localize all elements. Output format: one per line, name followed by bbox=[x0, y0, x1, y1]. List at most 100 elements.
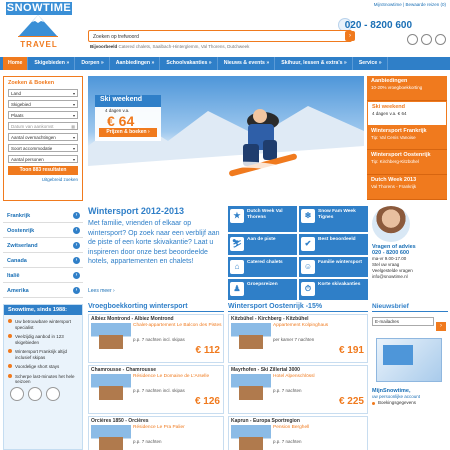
since-item: Wintersport Frankrijk altijd inclusief s… bbox=[8, 347, 78, 362]
tile-label: Groepsreizen bbox=[247, 282, 278, 288]
select-accommodatie[interactable]: Soort accommodatie ▾ bbox=[8, 144, 78, 152]
country-frankrijk[interactable]: Frankrijk › bbox=[3, 208, 83, 223]
country-zwitserland[interactable]: Zwitserland › bbox=[3, 238, 83, 253]
show-results-button[interactable]: Toon 883 resultaten bbox=[8, 166, 78, 175]
tile-dutch-week[interactable]: ★ Dutch Week Val Thorens bbox=[228, 206, 297, 233]
theme-tiles: ★ Dutch Week Val Thorens ❄ Snow Fam Week T… bbox=[228, 206, 368, 300]
offer-price: € 112 bbox=[195, 345, 220, 356]
search-input[interactable]: Zoeken op trefwoord bbox=[88, 30, 352, 42]
main-nav: Home Skigebieden » Dorpen » Aanbiedingen… bbox=[0, 57, 450, 70]
promo-sub: Tip: Kirchberg-Kitzbühel bbox=[371, 159, 419, 165]
select-overnachtingen[interactable]: Aantal overnachtingen ▾ bbox=[8, 133, 78, 141]
chevron-down-icon: ▾ bbox=[72, 146, 75, 151]
country-oostenrijk[interactable]: Oostenrijk › bbox=[3, 223, 83, 238]
nav-skihuur[interactable]: Skihuur, lessen & extra's » bbox=[276, 57, 353, 70]
newsletter-email-input[interactable]: E-mailadres bbox=[372, 317, 434, 326]
promo-aanbiedingen[interactable]: Aanbiedingen 10-20% vroegboekkorting bbox=[367, 76, 447, 101]
promo-oostenrijk[interactable]: Wintersport Oostenrijk Tip: Kirchberg-Kit… bbox=[367, 150, 447, 176]
tile-aan-de-piste[interactable]: ⛷ Aan de piste bbox=[228, 234, 297, 255]
offer-card[interactable]: Kaprun - Europa Sportregion Pension Berg… bbox=[228, 416, 368, 450]
tile-catered-chalets[interactable]: ⌂ Catered chalets bbox=[228, 256, 297, 278]
promo-sub: Val Thorens - Frankrijk bbox=[371, 184, 417, 190]
offer-name[interactable]: Pension Berghell bbox=[273, 425, 309, 431]
offer-name[interactable]: Hotel Alpenschlössl bbox=[273, 374, 315, 380]
chevron-down-icon: ▾ bbox=[72, 157, 75, 162]
offer-photo bbox=[91, 374, 131, 408]
offer-card[interactable]: Orcières 1850 - Orcières Résidence Le Pr… bbox=[88, 416, 224, 450]
hero-title: Ski weekend bbox=[100, 96, 143, 103]
select-personen[interactable]: Aantal personen ▾ bbox=[8, 155, 78, 163]
nav-service[interactable]: Service » bbox=[354, 57, 388, 70]
calamiteitenfonds-badge-icon bbox=[46, 387, 60, 401]
select-accommodatie-label: Soort accommodatie bbox=[11, 146, 53, 151]
select-land[interactable]: Land ▾ bbox=[8, 89, 78, 97]
tile-label: Dutch Week Val Thorens bbox=[247, 209, 283, 220]
since-item: Veelzijdig aanbod in 123 skigebieden bbox=[8, 332, 78, 347]
offer-name[interactable]: Résidence Le Domaine de L'Arselle bbox=[133, 374, 209, 380]
newsletter-submit-button[interactable]: › bbox=[436, 322, 446, 331]
country-label: Amerika bbox=[7, 288, 29, 294]
promo-title: Wintersport Oostenrijk bbox=[371, 152, 431, 159]
since-item: Uw betrouwbare wintersport specialist bbox=[8, 317, 78, 332]
chevron-down-icon: ▾ bbox=[72, 113, 75, 118]
promo-sub: 4 dagen v.a. € 64 bbox=[372, 110, 407, 116]
vroegboek-title: Vroegboekkorting wintersport bbox=[88, 303, 224, 312]
header-badges bbox=[407, 34, 446, 45]
offer-name[interactable]: Appartement Kolpinghaus bbox=[273, 323, 328, 329]
offer-terms: p.p. 7 nachten bbox=[273, 388, 302, 393]
search-examples-text[interactable]: Catered chalets, Saalbach-Hinterglemm, V… bbox=[119, 44, 250, 49]
promo-list: Aanbiedingen 10-20% vroegboekkorting Ski … bbox=[367, 76, 447, 200]
offer-place: Kaprun - Europa Sportregion bbox=[231, 418, 300, 424]
nav-aanbiedingen[interactable]: Aanbiedingen » bbox=[111, 57, 161, 70]
select-overnachtingen-label: Aantal overnachtingen bbox=[11, 135, 56, 140]
snowtime-logo[interactable]: SNOWTIME TRAVEL bbox=[4, 2, 72, 54]
promo-frankrijk[interactable]: Wintersport Frankrijk Tip: Val Cenis Vano… bbox=[367, 125, 447, 151]
tile-label: Korte skivakanties bbox=[318, 282, 361, 288]
promo-title: Aanbiedingen bbox=[371, 78, 408, 84]
offer-card[interactable]: Kitzbühel - Kirchberg - Kitzbühel Appart… bbox=[228, 314, 368, 363]
since-1988-panel: Snowtime, sinds 1988: Uw betrouwbare win… bbox=[3, 304, 83, 450]
offer-card[interactable]: Mayrhofen - Ski Zillertal 3000 Hotel Alp… bbox=[228, 365, 368, 414]
search-book-title: Zoeken & Boeken bbox=[8, 80, 55, 86]
nav-nieuws[interactable]: Nieuws & events » bbox=[219, 57, 276, 70]
tile-familie[interactable]: ☺ Familie wintersport bbox=[299, 256, 368, 278]
promo-sub: 10-20% vroegboekkorting bbox=[371, 85, 423, 90]
nav-schoolvakanties[interactable]: Schoolvakanties » bbox=[161, 57, 218, 70]
nav-skigebieden[interactable]: Skigebieden » bbox=[29, 57, 76, 70]
hero-book-button[interactable]: Prijzen & boeken › bbox=[99, 128, 157, 137]
country-canada[interactable]: Canada › bbox=[3, 253, 83, 268]
select-plaats[interactable]: Plaats ▾ bbox=[8, 111, 78, 119]
promo-ski-weekend[interactable]: Ski weekend 4 dagen v.a. € 64 bbox=[367, 100, 447, 126]
date-field[interactable]: Datum van aankomst ▦ bbox=[8, 122, 78, 130]
offer-name[interactable]: Résidence Le Pra Palier bbox=[133, 425, 185, 431]
since-badges bbox=[10, 387, 60, 401]
country-italie[interactable]: Italië › bbox=[3, 268, 83, 283]
top-links[interactable]: MijnSnowtime | Bewaarde reizen (0) bbox=[374, 2, 446, 7]
intro-read-more-link[interactable]: Lees meer › bbox=[88, 288, 115, 294]
tile-best-beoordeeld[interactable]: ✔ Best beoordeeld bbox=[299, 234, 368, 255]
tile-snow-fam[interactable]: ❄ Snow Fam Week Tignes bbox=[299, 206, 368, 233]
search-icon[interactable]: › bbox=[345, 31, 355, 41]
chevron-right-icon: › bbox=[73, 257, 80, 264]
advanced-search-link[interactable]: Uitgebreid zoeken bbox=[4, 177, 82, 182]
nav-dorpen[interactable]: Dorpen » bbox=[76, 57, 110, 70]
offer-card[interactable]: Albiez Montrond - Albiez Montrond Chalet… bbox=[88, 314, 224, 363]
country-amerika[interactable]: Amerika › bbox=[3, 283, 83, 298]
nav-home[interactable]: Home bbox=[3, 57, 29, 70]
customer-service-avatar bbox=[372, 206, 410, 242]
contact-email-link[interactable]: info@snowtime.nl bbox=[372, 274, 448, 280]
country-label: Zwitserland bbox=[7, 243, 38, 249]
promo-dutch-week[interactable]: Dutch Week 2013 Val Thorens - Frankrijk bbox=[367, 175, 447, 200]
oostenrijk-title: Wintersport Oostenrijk -15% bbox=[228, 303, 368, 312]
offer-photo bbox=[91, 425, 131, 450]
select-skigebied[interactable]: Skigebied ▾ bbox=[8, 100, 78, 108]
tile-label: Best beoordeeld bbox=[318, 237, 356, 243]
tile-korte-skivakanties[interactable]: ⏱ Korte skivakanties bbox=[299, 279, 368, 300]
calendar-icon: ▦ bbox=[71, 124, 75, 129]
mijnsnowtime-panel: MijnSnowtime, uw persoonlijke account Bo… bbox=[372, 388, 448, 406]
offer-card[interactable]: Chamrousse - Chamrousse Résidence Le Dom… bbox=[88, 365, 224, 414]
promo-title: Dutch Week 2013 bbox=[371, 177, 417, 184]
tile-groepsreizen[interactable]: ♟ Groepsreizen bbox=[228, 279, 297, 300]
offer-name[interactable]: Chalet-appartement Le Balcon des Pistes bbox=[133, 323, 222, 329]
select-land-label: Land bbox=[11, 91, 22, 96]
